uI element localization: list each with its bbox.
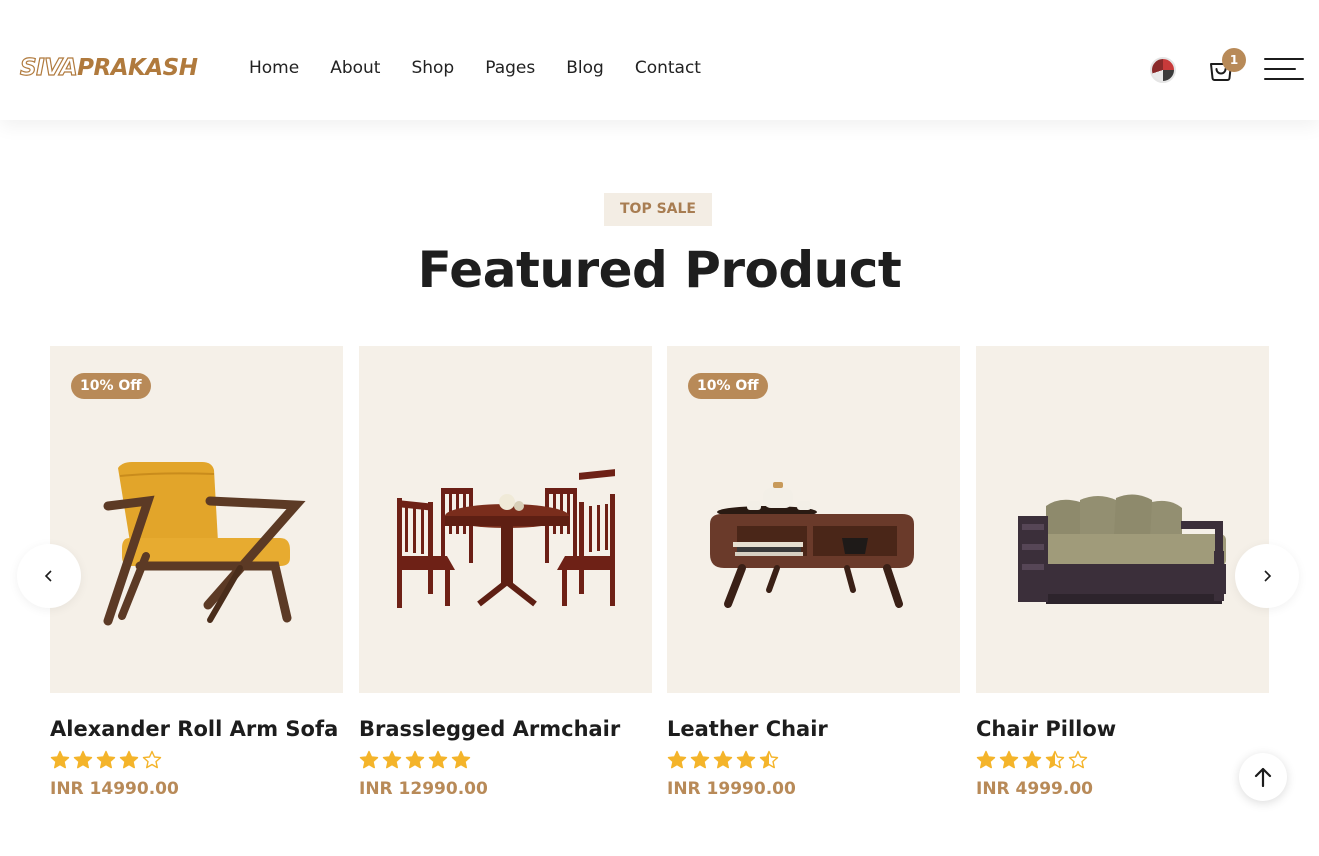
star-full-icon [359, 750, 379, 769]
rating-stars [667, 750, 960, 772]
rating-stars [976, 750, 1269, 772]
back-to-top-button[interactable] [1239, 753, 1287, 801]
product-card[interactable]: 10% Off Leather Chair INR 19990.00 [667, 346, 960, 800]
star-full-icon [428, 750, 448, 769]
nav-shop[interactable]: Shop [411, 56, 454, 80]
star-empty-icon [1068, 750, 1088, 769]
star-empty-icon [142, 750, 162, 769]
rating-stars [50, 750, 343, 772]
star-full-icon [382, 750, 402, 769]
star-full-icon [1022, 750, 1042, 769]
section-tag: TOP SALE [604, 193, 712, 226]
section-title: Featured Product [417, 241, 902, 299]
discount-badge: 10% Off [688, 373, 768, 399]
logo-outline-text: SIVA [19, 54, 78, 81]
discount-badge: 10% Off [71, 373, 151, 399]
main-nav: Home About Shop Pages Blog Contact [249, 56, 732, 80]
nav-blog[interactable]: Blog [566, 56, 604, 80]
star-half-icon [759, 750, 779, 769]
nav-contact[interactable]: Contact [635, 56, 701, 80]
carousel-prev-button[interactable] [17, 544, 81, 608]
product-image[interactable]: 10% Off [667, 346, 960, 693]
cart-count-badge: 1 [1222, 48, 1246, 72]
star-full-icon [50, 750, 70, 769]
product-price: INR 4999.00 [976, 779, 1093, 799]
product-name[interactable]: Brasslegged Armchair [359, 716, 652, 742]
chevron-left-icon [44, 570, 52, 582]
product-image[interactable]: 10% Off [50, 346, 343, 693]
product-price: INR 14990.00 [50, 779, 179, 799]
star-full-icon [119, 750, 139, 769]
site-header: SIVAPRAKASH Home About Shop Pages Blog C… [0, 0, 1319, 120]
product-card[interactable]: 10% Off Alexander Roll Arm Sofa INR 1499… [50, 346, 343, 800]
rating-stars [359, 750, 652, 772]
product-image[interactable] [359, 346, 652, 693]
star-full-icon [690, 750, 710, 769]
product-price: INR 19990.00 [667, 779, 796, 799]
product-image[interactable] [976, 346, 1269, 693]
star-full-icon [96, 750, 116, 769]
sofa-bed-illustration [1018, 494, 1226, 604]
product-price: INR 12990.00 [359, 779, 488, 799]
carousel-next-button[interactable] [1235, 544, 1299, 608]
product-name[interactable]: Leather Chair [667, 716, 960, 742]
product-name[interactable]: Chair Pillow [976, 716, 1269, 742]
chevron-right-icon [1264, 570, 1272, 582]
hamburger-menu-icon[interactable] [1264, 57, 1304, 81]
product-name[interactable]: Alexander Roll Arm Sofa [50, 716, 343, 742]
star-full-icon [451, 750, 471, 769]
brand-logo[interactable]: SIVAPRAKASH [19, 53, 198, 83]
star-full-icon [713, 750, 733, 769]
product-card[interactable]: Chair Pillow INR 4999.00 [976, 346, 1269, 800]
star-full-icon [73, 750, 93, 769]
logo-solid-text: PRAKASH [77, 55, 198, 81]
dining-set-illustration [397, 469, 615, 608]
nav-about[interactable]: About [330, 56, 380, 80]
user-avatar[interactable] [1150, 57, 1176, 83]
product-card[interactable]: Brasslegged Armchair INR 12990.00 [359, 346, 652, 800]
star-full-icon [405, 750, 425, 769]
star-full-icon [999, 750, 1019, 769]
star-full-icon [736, 750, 756, 769]
arrow-up-icon [1254, 767, 1272, 787]
nav-home[interactable]: Home [249, 56, 299, 80]
nav-pages[interactable]: Pages [485, 56, 535, 80]
star-full-icon [976, 750, 996, 769]
star-full-icon [667, 750, 687, 769]
star-half-icon [1045, 750, 1065, 769]
